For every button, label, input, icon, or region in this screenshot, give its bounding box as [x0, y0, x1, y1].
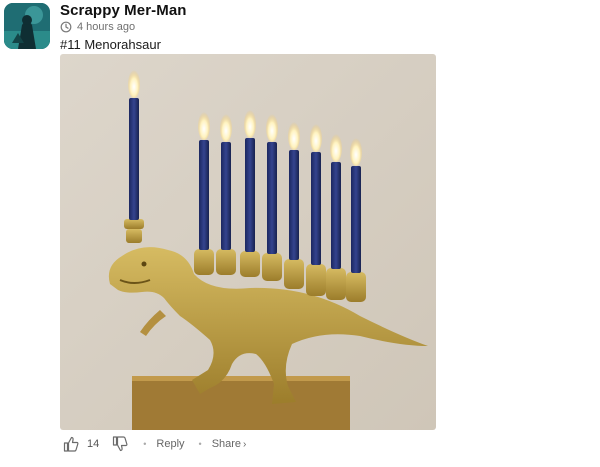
thumbs-down-icon[interactable]	[111, 435, 129, 453]
timestamp-row: 4 hours ago	[60, 21, 135, 33]
avatar-image	[4, 3, 50, 49]
like-count: 14	[87, 438, 100, 450]
separator-dot: •	[198, 439, 202, 449]
chevron-right-icon: ›	[243, 439, 247, 450]
share-button[interactable]: Share ›	[212, 438, 247, 450]
post-title: #11 Menorahsaur	[60, 37, 161, 52]
post-actions: 14 • Reply • Share ›	[62, 434, 246, 454]
author-name[interactable]: Scrappy Mer-Man	[60, 2, 187, 19]
post-time: 4 hours ago	[77, 21, 136, 33]
reply-button[interactable]: Reply	[156, 438, 184, 450]
separator-dot: •	[143, 439, 147, 449]
clock-icon	[60, 21, 72, 33]
share-label: Share	[211, 438, 242, 450]
menorah-dinosaur-photo	[60, 54, 436, 430]
thumbs-up-icon[interactable]	[62, 435, 80, 453]
avatar[interactable]	[4, 3, 50, 49]
post-image[interactable]	[60, 54, 436, 430]
